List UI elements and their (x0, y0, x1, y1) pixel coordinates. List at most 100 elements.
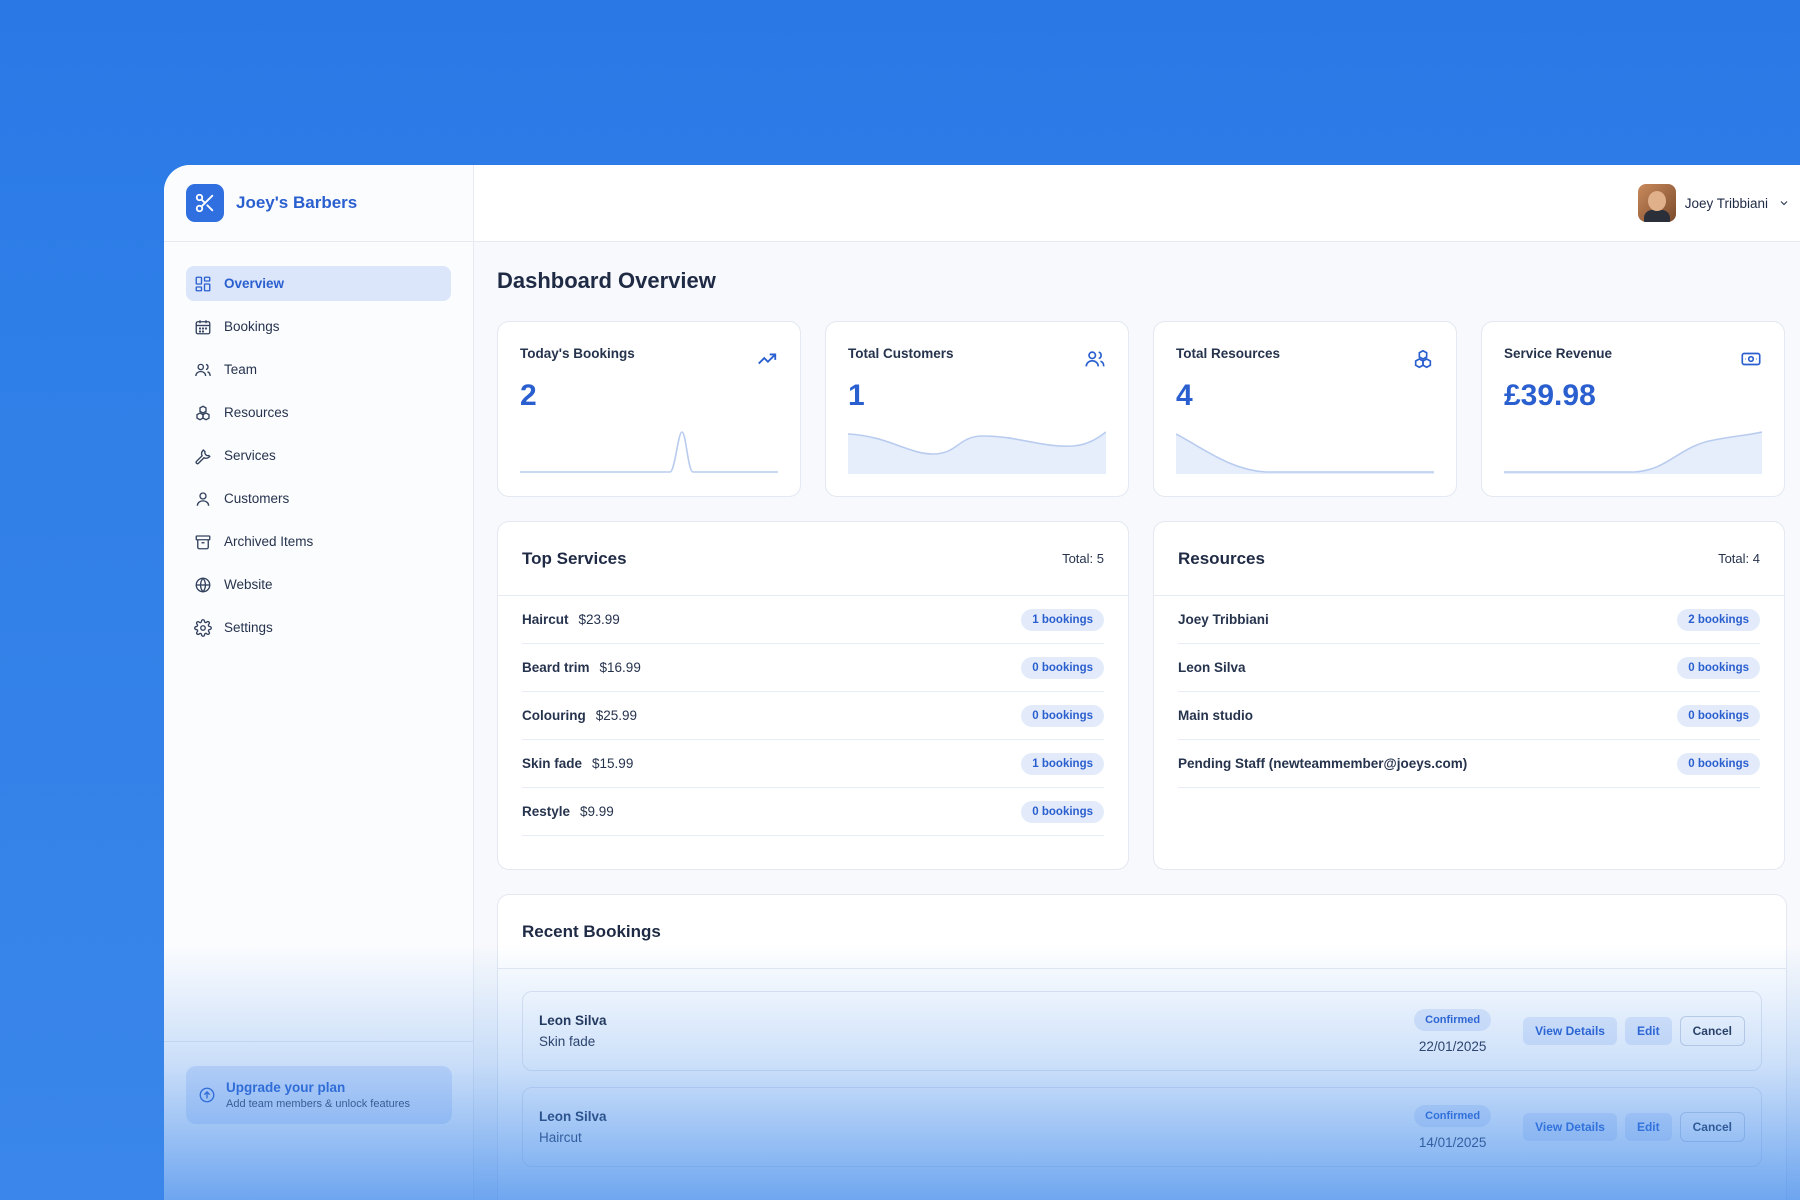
resource-name: Pending Staff (newteammember@joeys.com) (1178, 756, 1468, 771)
dashboard: Dashboard Overview Today's Bookings 2 To… (474, 268, 1800, 1200)
status-badge: Confirmed (1414, 1104, 1492, 1127)
bookings-badge: 1 bookings (1021, 608, 1104, 631)
sidebar-item-label: Resources (224, 405, 289, 420)
stat-label: Today's Bookings (520, 346, 635, 361)
app-window: Joey's Barbers Overview Bookings Team Re… (164, 165, 1800, 1200)
sidebar: Joey's Barbers Overview Bookings Team Re… (164, 165, 474, 1200)
service-name: Colouring (522, 708, 586, 723)
cubes-icon (1414, 349, 1432, 369)
stat-label: Service Revenue (1504, 346, 1613, 361)
stat-label: Total Customers (848, 346, 954, 361)
list-item[interactable]: Haircut $23.99 1 bookings (522, 596, 1104, 644)
stat-card-todays-bookings: Today's Bookings 2 (497, 321, 801, 497)
sidebar-item-archived-items[interactable]: Archived Items (186, 524, 451, 559)
avatar (1637, 184, 1676, 222)
services-list: Haircut $23.99 1 bookings Beard trim $16.9… (498, 596, 1128, 836)
service-name: Restyle (522, 804, 571, 819)
stat-label: Total Resources (1176, 346, 1281, 361)
wrench-icon (195, 448, 211, 464)
user-menu[interactable]: Joey Tribbiani (1637, 184, 1790, 222)
sidebar-item-label: Overview (224, 276, 285, 291)
recent-bookings-panel: Recent Bookings Leon Silva Skin fade Con… (497, 894, 1787, 1200)
main-content: Joey Tribbiani Dashboard Overview Today'… (474, 165, 1800, 1200)
booking-card: Leon Silva Skin fade Confirmed 22/01/202… (522, 991, 1762, 1071)
booking-date: 22/01/2025 (1418, 1038, 1487, 1054)
sidebar-item-label: Archived Items (224, 534, 314, 549)
list-item[interactable]: Skin fade $15.99 1 bookings (522, 740, 1104, 788)
arrow-up-circle-icon (199, 1087, 215, 1103)
view-details-button[interactable]: View Details (1523, 1017, 1617, 1045)
calendar-icon (195, 319, 211, 334)
top-services-panel: Top Services Total: 5 Haircut $23.99 1 bo… (497, 521, 1129, 870)
list-item[interactable]: Restyle $9.99 0 bookings (522, 788, 1104, 836)
sidebar-item-label: Team (224, 362, 258, 377)
sidebar-item-label: Bookings (224, 319, 280, 334)
stat-card-total-resources: Total Resources 4 (1153, 321, 1457, 497)
sidebar-item-label: Website (224, 577, 273, 592)
upgrade-plan-button[interactable]: Upgrade your plan Add team members & unl… (186, 1066, 452, 1124)
bookings-badge: 0 bookings (1677, 704, 1760, 727)
service-name: Beard trim (522, 660, 590, 675)
service-name: Skin fade (522, 756, 583, 771)
panel-total: Total: 5 (1062, 551, 1104, 566)
list-item[interactable]: Main studio 0 bookings (1178, 692, 1760, 740)
page-title: Dashboard Overview (497, 268, 716, 293)
service-price: $15.99 (592, 756, 634, 771)
sidebar-item-services[interactable]: Services (186, 438, 451, 473)
list-item[interactable]: Pending Staff (newteammember@joeys.com) … (1178, 740, 1760, 788)
panel-title: Top Services (522, 548, 627, 568)
booking-service: Skin fade (539, 1034, 596, 1049)
panels-row: Top Services Total: 5 Haircut $23.99 1 bo… (497, 521, 1800, 870)
service-price: $25.99 (595, 708, 638, 723)
stat-value: 1 (848, 379, 865, 412)
sidebar-item-overview[interactable]: Overview (186, 266, 451, 301)
sparkline (520, 431, 778, 473)
resources-panel: Resources Total: 4 Joey Tribbiani 2 book… (1153, 521, 1785, 870)
sidebar-item-team[interactable]: Team (186, 352, 451, 387)
sidebar-item-resources[interactable]: Resources (186, 395, 451, 430)
bookings-badge: 0 bookings (1021, 704, 1104, 727)
service-price: $23.99 (578, 612, 620, 627)
user-icon (196, 491, 210, 506)
panel-header: Resources Total: 4 (1154, 522, 1784, 596)
sidebar-item-label: Services (224, 448, 276, 463)
brand[interactable]: Joey's Barbers (164, 165, 473, 242)
sidebar-item-bookings[interactable]: Bookings (186, 309, 451, 344)
users-icon (1085, 351, 1105, 367)
sidebar-item-settings[interactable]: Settings (186, 610, 451, 645)
archive-icon (195, 534, 211, 549)
list-item[interactable]: Beard trim $16.99 0 bookings (522, 644, 1104, 692)
list-item[interactable]: Joey Tribbiani 2 bookings (1178, 596, 1760, 644)
panel-total: Total: 4 (1718, 551, 1760, 566)
cancel-button[interactable]: Cancel (1679, 1112, 1745, 1142)
service-price: $9.99 (580, 804, 614, 819)
bookings-badge: 0 bookings (1021, 800, 1104, 823)
booking-customer: Leon Silva (539, 1109, 607, 1124)
gear-icon (194, 618, 212, 637)
bookings-badge: 2 bookings (1677, 608, 1760, 631)
bookings-badge: 0 bookings (1021, 656, 1104, 679)
stats-row: Today's Bookings 2 Total Customers 1 Tot… (497, 321, 1800, 497)
status-badge: Confirmed (1414, 1008, 1492, 1031)
chevron-down-icon (1780, 201, 1788, 206)
dashboard-icon (195, 276, 211, 291)
booking-service: Haircut (539, 1130, 582, 1145)
view-details-button[interactable]: View Details (1523, 1113, 1617, 1141)
sparkline (1176, 433, 1434, 474)
stat-value: 2 (520, 379, 537, 412)
list-item[interactable]: Leon Silva 0 bookings (1178, 644, 1760, 692)
sidebar-item-customers[interactable]: Customers (186, 481, 451, 516)
stat-value: £39.98 (1504, 379, 1596, 412)
sidebar-item-website[interactable]: Website (186, 567, 451, 602)
cancel-button[interactable]: Cancel (1679, 1016, 1745, 1046)
sparkline (1504, 431, 1762, 474)
bookings-badge: 0 bookings (1677, 752, 1760, 775)
panel-header: Top Services Total: 5 (498, 522, 1128, 596)
edit-button[interactable]: Edit (1624, 1113, 1672, 1141)
edit-button[interactable]: Edit (1624, 1017, 1672, 1045)
list-item[interactable]: Colouring $25.99 0 bookings (522, 692, 1104, 740)
user-name: Joey Tribbiani (1684, 195, 1768, 211)
service-price: $16.99 (599, 660, 641, 675)
sparkline (848, 431, 1106, 474)
stat-card-total-customers: Total Customers 1 (825, 321, 1129, 497)
